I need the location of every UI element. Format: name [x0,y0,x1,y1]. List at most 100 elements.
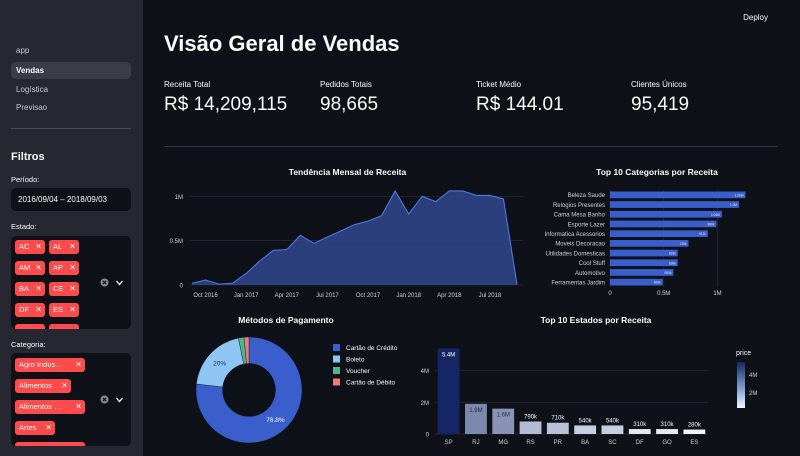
period-date-input[interactable]: 2016/09/04 – 2018/09/03 [11,188,131,211]
remove-chip-icon[interactable]: ✕ [69,282,76,296]
clear-all-icon[interactable] [100,395,109,404]
remove-chip-icon[interactable]: ✕ [75,400,82,414]
x-tick-label: GO [662,440,672,446]
category-multiselect[interactable]: Agro Indus… ✕ Alimentos ✕ Alimentos … ✕ Art… [11,353,131,446]
state-chip[interactable]: DF ✕ [15,303,45,317]
nav-item-previsao[interactable]: Previsao [11,99,131,116]
x-tick-label: Jan 2018 [396,293,421,299]
remove-chip-icon[interactable]: ✕ [69,303,76,317]
data-label: 540k [579,418,593,424]
remove-chip-icon[interactable]: ✕ [61,379,68,393]
period-date-value: 2016/09/04 – 2018/09/03 [18,195,107,204]
x-tick-label: BA [581,440,589,446]
data-label: 790k [524,414,538,420]
category-label: Moveis Decoracao [555,242,605,248]
category-label: Utilidades Domesticas [546,251,605,257]
x-tick-label: Oct 2016 [193,293,218,299]
sidebar: app Vendas Logística Previsao Filtros Pe… [0,0,143,456]
chart-title: Métodos de Pagamento [238,315,333,325]
remove-chip-icon[interactable]: ✕ [35,261,42,275]
x-tick-label: MG [498,440,508,446]
y-tick-label: 1M [175,195,183,201]
category-bar [610,210,722,218]
remove-chip-icon[interactable]: ✕ [35,240,42,254]
chart-title: Top 10 Categorias por Receita [596,167,718,177]
state-chip[interactable]: ES ✕ [49,303,79,317]
x-tick-label: SC [608,440,617,446]
x-tick-label: Apr 2017 [275,293,300,299]
remove-chip-icon[interactable]: ✕ [75,358,82,372]
data-label: 630k [669,261,676,265]
data-label: 730k [680,242,687,246]
state-chip[interactable]: AC ✕ [15,240,45,254]
state-bar [628,429,651,434]
category-label: Beleza Saude [568,193,606,199]
remove-chip-icon[interactable]: ✕ [69,261,76,275]
state-bar [437,348,460,434]
x-tick-label: DF [636,440,644,446]
category-chip[interactable]: Alimentos … ✕ [15,400,85,414]
state-chip[interactable]: AM ✕ [15,261,45,275]
state-chip[interactable]: BA ✕ [15,282,45,296]
chart-title: Top 10 Estados por Receita [541,315,652,325]
legend-label: Cartão de Crédito [346,345,398,352]
data-label: 990k [708,222,715,226]
category-label: Categoria: [11,340,46,349]
nav-item-logistica[interactable]: Logística [11,81,131,98]
y-tick-label: 4M [421,369,429,375]
nav-item-vendas[interactable]: Vendas [11,62,131,79]
category-chip[interactable]: Alimentos ✕ [15,379,71,393]
x-tick-label: Jan 2017 [234,293,259,299]
charts-canvas: Tendência Mensal de Receita 0 0.5M 1M Oct 20… [170,167,758,446]
remove-chip-icon[interactable]: ✕ [69,240,76,254]
data-label: 310k [661,422,675,428]
state-bar [546,422,569,434]
category-chip[interactable]: Artes ✕ [15,421,55,435]
sidebar-divider [11,128,131,129]
category-label: Cama Mesa Banho [554,213,606,219]
data-label: 633k [669,252,676,256]
colorbar-tick: 2M [749,391,757,397]
nav-item-app[interactable]: app [11,42,131,59]
category-chip[interactable]: Agro Indus… ✕ [15,358,85,372]
data-label: 1.26M [735,193,744,197]
legend-label: Voucher [346,368,371,375]
state-chip[interactable]: AL ✕ [49,240,79,254]
state-bar [574,425,597,434]
chevron-down-icon[interactable] [115,396,124,404]
x-tick-label: SP [445,440,453,446]
legend-label: Cartão de Débito [346,380,396,387]
legend-label: Boleto [346,357,365,364]
legend-swatch [333,355,340,363]
x-tick-label: Apr 2018 [437,293,462,299]
remove-chip-icon[interactable]: ✕ [45,421,52,435]
state-bar [683,429,706,434]
remove-chip-icon[interactable]: ✕ [35,282,42,296]
category-label: Informatica Acessorios [545,232,605,238]
state-multiselect[interactable]: AC ✕ AL ✕ AM ✕ AP ✕ BA ✕ CE ✕ DF ✕ ES ✕ [11,236,131,329]
category-bar [610,249,678,257]
state-chip-partial [49,324,79,329]
category-label: Automotivo [575,271,606,277]
legend-swatch [333,378,340,386]
data-label: 710k [551,416,565,422]
x-tick-label: Jul 2018 [479,293,502,299]
x-tick-label: 0.5M [657,291,670,297]
data-label: 5.4M [442,352,455,358]
data-label: 1.9M [469,408,482,414]
remove-chip-icon[interactable]: ✕ [35,303,42,317]
data-label: 540k [606,418,620,424]
category-bar [610,201,740,208]
category-bar [610,191,746,199]
y-tick-label: 2M [421,401,429,407]
legend-swatch [333,367,340,374]
x-tick-label: PR [554,440,563,446]
state-chip[interactable]: AP ✕ [49,261,79,275]
period-label: Período: [11,175,40,184]
series-area [192,190,517,285]
x-tick-label: 0 [608,291,612,297]
chevron-down-icon[interactable] [115,279,124,287]
clear-all-icon[interactable] [100,278,109,287]
x-tick-label: Jul 2017 [316,293,339,299]
state-chip[interactable]: CE ✕ [49,282,79,296]
